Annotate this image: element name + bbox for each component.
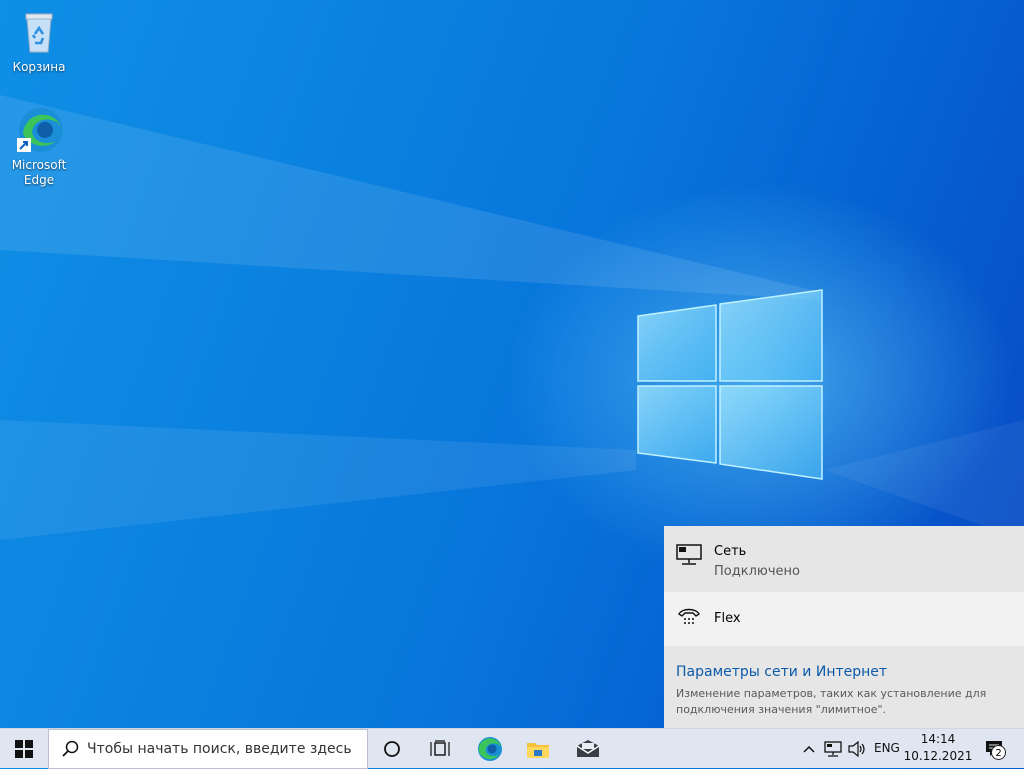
taskbar: Чтобы начать поиск, введите здесь ENG 14… <box>0 728 1024 769</box>
taskbar-clock[interactable]: 14:14 10.12.2021 <box>900 731 976 765</box>
tray-volume-button[interactable] <box>846 729 868 769</box>
desktop-icon-recycle-bin[interactable]: Корзина <box>1 8 77 75</box>
recycle-bin-icon <box>15 8 63 56</box>
network-tray-icon <box>824 741 842 757</box>
notification-count-badge: 2 <box>991 745 1006 760</box>
network-item-connected[interactable]: Сеть Подключено <box>664 526 1024 592</box>
network-flyout: Сеть Подключено Flex Параметры сети и Ин… <box>664 526 1024 728</box>
search-icon <box>62 740 79 757</box>
network-name: Сеть <box>714 544 747 559</box>
windows-wallpaper-logo <box>637 289 823 480</box>
chevron-up-icon <box>803 745 815 753</box>
clock-date: 10.12.2021 <box>903 749 973 763</box>
edge-icon <box>15 106 63 154</box>
ethernet-icon <box>676 544 702 565</box>
network-settings-link[interactable]: Параметры сети и Интернет <box>676 664 887 680</box>
mail-icon <box>576 740 600 757</box>
desktop-icon-edge[interactable]: Microsoft Edge <box>1 106 77 188</box>
recycle-bin-label: Корзина <box>12 60 66 74</box>
network-status: Подключено <box>714 564 800 579</box>
taskbar-mail-button[interactable] <box>564 729 612 769</box>
start-button[interactable] <box>0 729 48 769</box>
task-view-button[interactable] <box>416 729 464 769</box>
tray-network-button[interactable] <box>822 729 844 769</box>
network-settings-description: Изменение параметров, таких как установл… <box>676 687 987 716</box>
cortana-button[interactable] <box>368 729 416 769</box>
taskbar-search-box[interactable]: Чтобы начать поиск, введите здесь <box>48 729 368 769</box>
input-language-indicator[interactable]: ENG <box>874 741 900 755</box>
cortana-circle-icon <box>384 741 400 757</box>
show-hidden-icons-button[interactable] <box>800 729 818 769</box>
clock-time: 14:14 <box>920 732 956 746</box>
taskbar-file-explorer-button[interactable] <box>514 729 562 769</box>
taskbar-edge-button[interactable] <box>466 729 514 769</box>
flex-connection-name: Flex <box>714 611 741 626</box>
edge-icon <box>478 737 502 761</box>
file-explorer-icon <box>527 743 549 758</box>
speaker-icon <box>848 741 865 757</box>
search-placeholder: Чтобы начать поиск, введите здесь <box>87 741 352 757</box>
network-item-flex[interactable]: Flex <box>664 592 1024 646</box>
edge-label: Microsoft Edge <box>11 158 67 187</box>
windows-start-icon <box>15 740 33 758</box>
task-view-icon <box>430 740 450 756</box>
dialup-icon <box>678 608 700 624</box>
